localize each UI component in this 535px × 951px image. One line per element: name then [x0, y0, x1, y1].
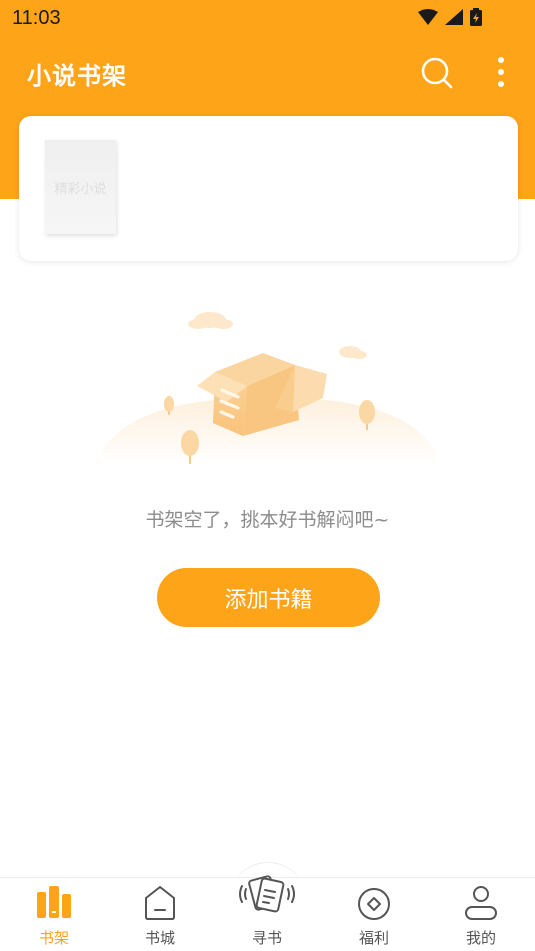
- recommend-card[interactable]: 精彩小说: [19, 116, 518, 261]
- nav-item-find-book[interactable]: 寻书: [227, 875, 307, 951]
- more-vertical-icon[interactable]: [486, 52, 516, 92]
- book-cover[interactable]: 精彩小说: [45, 140, 116, 234]
- nav-item-bookshelf[interactable]: 书架: [14, 878, 94, 951]
- nav-item-bookstore[interactable]: 书城: [120, 878, 200, 951]
- status-icons: [418, 8, 482, 26]
- book-cover-text: 精彩小说: [54, 181, 107, 197]
- status-bar: 11:03: [0, 0, 535, 36]
- bookstore-icon: [145, 886, 175, 920]
- signal-icon: [445, 9, 463, 25]
- nav-label: 书架: [38, 929, 69, 947]
- bookshelf-icon: [37, 886, 71, 918]
- search-icon[interactable]: [418, 54, 456, 92]
- app-title: 小说书架: [27, 61, 127, 90]
- app-bar: 小说书架: [0, 36, 535, 108]
- nav-label: 我的: [465, 929, 496, 947]
- nav-item-mine[interactable]: 我的: [441, 878, 521, 951]
- empty-message: 书架空了，挑本好书解闷吧~: [145, 509, 390, 531]
- bottom-nav: 书架 书城 寻书 福利 我的: [0, 875, 535, 951]
- shake-cards-icon: [239, 875, 295, 913]
- nav-item-welfare[interactable]: 福利: [334, 878, 414, 951]
- nav-label: 寻书: [251, 929, 282, 947]
- nav-label: 书城: [144, 929, 175, 947]
- add-books-button[interactable]: 添加书籍: [157, 568, 380, 627]
- status-time: 11:03: [12, 7, 61, 29]
- profile-icon: [465, 886, 497, 920]
- battery-icon: [470, 8, 482, 26]
- nav-label: 福利: [358, 929, 389, 947]
- coin-icon: [358, 888, 390, 920]
- wifi-icon: [418, 9, 438, 25]
- empty-box-illustration: [95, 312, 440, 465]
